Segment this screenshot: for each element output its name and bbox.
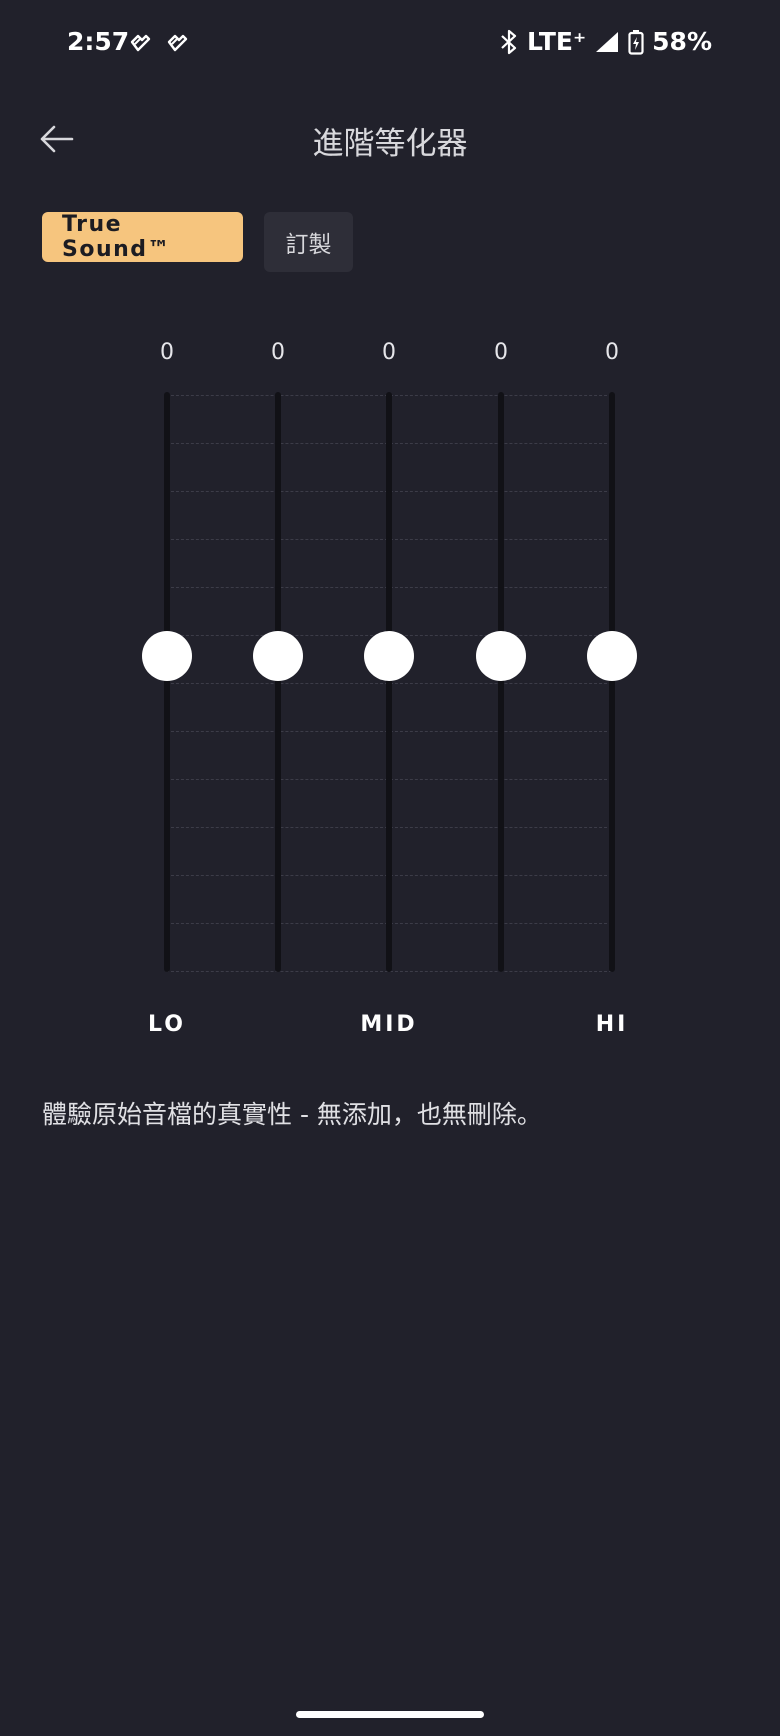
preset-selector: True Sound™ 訂製 xyxy=(42,212,353,272)
band-label-lo: LO xyxy=(148,1012,186,1037)
band-slider-knob-1[interactable] xyxy=(142,631,192,681)
signal-icon xyxy=(596,31,619,52)
battery-percent: 58% xyxy=(652,27,712,56)
band-slider-knob-5[interactable] xyxy=(587,631,637,681)
band-label-mid: MID xyxy=(360,1012,418,1037)
battery-charging-icon xyxy=(628,29,644,55)
band-slider-knob-3[interactable] xyxy=(364,631,414,681)
band-value-5: 0 xyxy=(605,340,619,365)
status-icons: LTE⁺ 58% xyxy=(499,27,712,56)
header: 進階等化器 xyxy=(0,100,780,180)
notification-heart-icon xyxy=(167,34,188,52)
band-track-5[interactable] xyxy=(609,392,615,972)
band-track-2[interactable] xyxy=(275,392,281,972)
status-time: 2:57 xyxy=(67,27,130,56)
preset-true-sound-button[interactable]: True Sound™ xyxy=(42,212,243,262)
notification-heart-icon xyxy=(130,34,151,52)
band-track-1[interactable] xyxy=(164,392,170,972)
bluetooth-icon xyxy=(501,29,517,54)
band-value-3: 0 xyxy=(382,340,396,365)
equalizer: 0 0 0 0 0 LO MID HI xyxy=(0,330,780,1050)
band-track-4[interactable] xyxy=(498,392,504,972)
preset-description: 體驗原始音檔的真實性 - 無添加，也無刪除。 xyxy=(42,1100,542,1129)
band-track-3[interactable] xyxy=(386,392,392,972)
network-type: LTE⁺ xyxy=(527,27,587,56)
band-value-4: 0 xyxy=(494,340,508,365)
band-slider-knob-4[interactable] xyxy=(476,631,526,681)
band-label-hi: HI xyxy=(595,1012,629,1037)
status-bar: 2:57 LTE⁺ 58% xyxy=(0,0,780,90)
preset-custom-button[interactable]: 訂製 xyxy=(264,212,353,272)
band-value-1: 0 xyxy=(160,340,174,365)
band-slider-knob-2[interactable] xyxy=(253,631,303,681)
band-value-2: 0 xyxy=(271,340,285,365)
home-indicator[interactable] xyxy=(296,1711,484,1718)
page-title: 進階等化器 xyxy=(312,126,468,162)
